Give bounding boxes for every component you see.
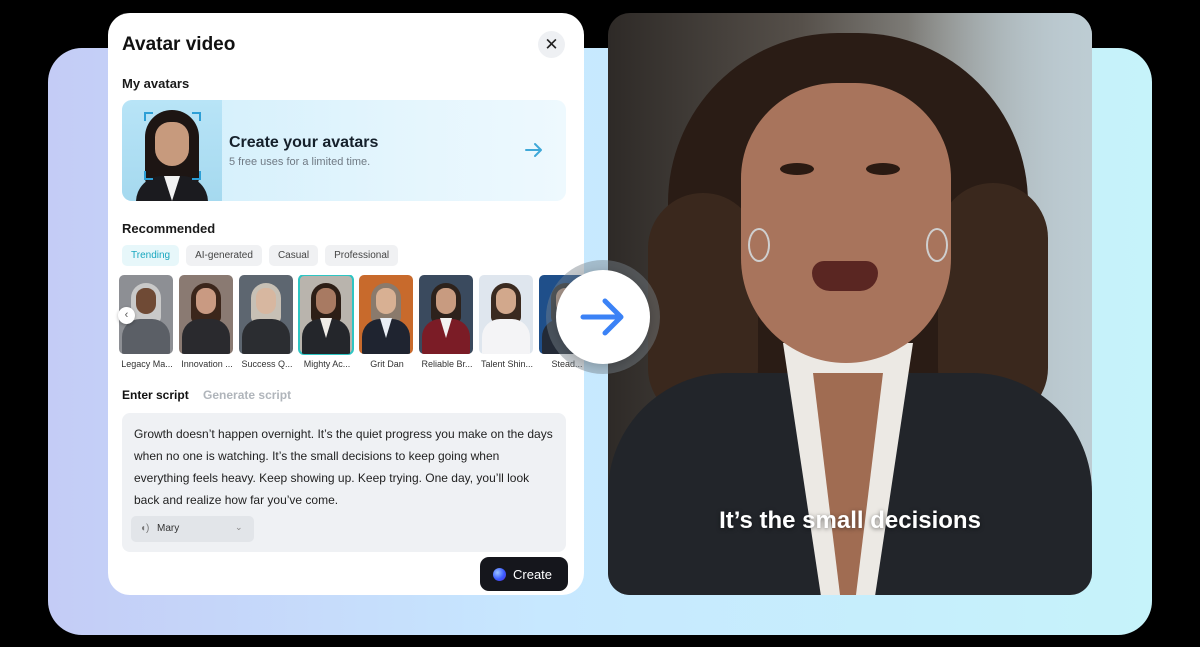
close-button[interactable]: ✕	[538, 31, 565, 58]
script-input[interactable]: Growth doesn’t happen overnight. It’s th…	[122, 413, 566, 552]
video-preview: It’s the small decisions	[608, 13, 1092, 595]
avatar-video-panel: Avatar video ✕ My avatars Create your av…	[108, 13, 584, 595]
avatar-card[interactable]: Grit Dan	[359, 275, 413, 369]
chevron-down-icon: ⌄	[235, 522, 243, 532]
sparkle-orb-icon	[493, 568, 506, 581]
arrow-right-icon[interactable]	[522, 138, 546, 162]
next-arrow-button	[556, 270, 650, 364]
recommended-heading: Recommended	[122, 221, 216, 236]
create-button-label: Create	[513, 567, 553, 582]
script-text[interactable]: Growth doesn’t happen overnight. It’s th…	[134, 423, 554, 511]
my-avatars-heading: My avatars	[122, 76, 190, 91]
tab-ai-generated[interactable]: AI-generated	[186, 245, 262, 266]
carousel-prev-button[interactable]: ‹	[118, 307, 135, 324]
panel-title: Avatar video	[122, 34, 236, 55]
category-tabs: Trending AI-generated Casual Professiona…	[122, 245, 399, 266]
close-icon: ✕	[544, 34, 559, 54]
chevron-left-icon: ‹	[124, 309, 129, 321]
tab-generate-script[interactable]: Generate script	[203, 388, 291, 402]
arrow-right-icon	[580, 298, 624, 336]
create-avatar-card[interactable]: Create your avatars 5 free uses for a li…	[122, 100, 566, 201]
create-avatar-subtitle: 5 free uses for a limited time.	[229, 156, 371, 168]
avatar-carousel: Legacy Ma... Innovation ... Success Q...	[119, 275, 584, 375]
avatar-label: Innovation ...	[181, 359, 233, 369]
avatar-label: Grit Dan	[370, 359, 404, 369]
tab-casual[interactable]: Casual	[268, 245, 319, 266]
tab-trending[interactable]: Trending	[122, 245, 180, 266]
voice-wave-icon: ◖)	[140, 523, 150, 534]
create-avatar-title: Create your avatars	[229, 134, 379, 151]
video-caption: It’s the small decisions	[719, 507, 981, 534]
tab-professional[interactable]: Professional	[325, 245, 399, 266]
tab-enter-script[interactable]: Enter script	[122, 388, 189, 402]
voice-select[interactable]: ◖) Mary ⌄	[131, 516, 254, 542]
avatar-card[interactable]: Mighty Ac...	[298, 275, 354, 369]
avatar-label: Talent Shin...	[480, 359, 534, 369]
avatar-card[interactable]: Talent Shin...	[479, 275, 533, 369]
avatar-label: Legacy Ma...	[121, 359, 173, 369]
script-tabs: Enter script Generate script	[122, 388, 302, 402]
avatar-label: Reliable Br...	[421, 359, 473, 369]
voice-name: Mary	[157, 523, 180, 534]
create-avatar-portrait	[122, 100, 222, 201]
avatar-card[interactable]: Reliable Br...	[419, 275, 473, 369]
avatar-card[interactable]: Innovation ...	[179, 275, 233, 369]
avatar-label: Mighty Ac...	[303, 359, 351, 369]
create-button[interactable]: Create	[480, 557, 568, 591]
avatar-label: Success Q...	[241, 359, 293, 369]
avatar-card[interactable]: Success Q...	[239, 275, 293, 369]
